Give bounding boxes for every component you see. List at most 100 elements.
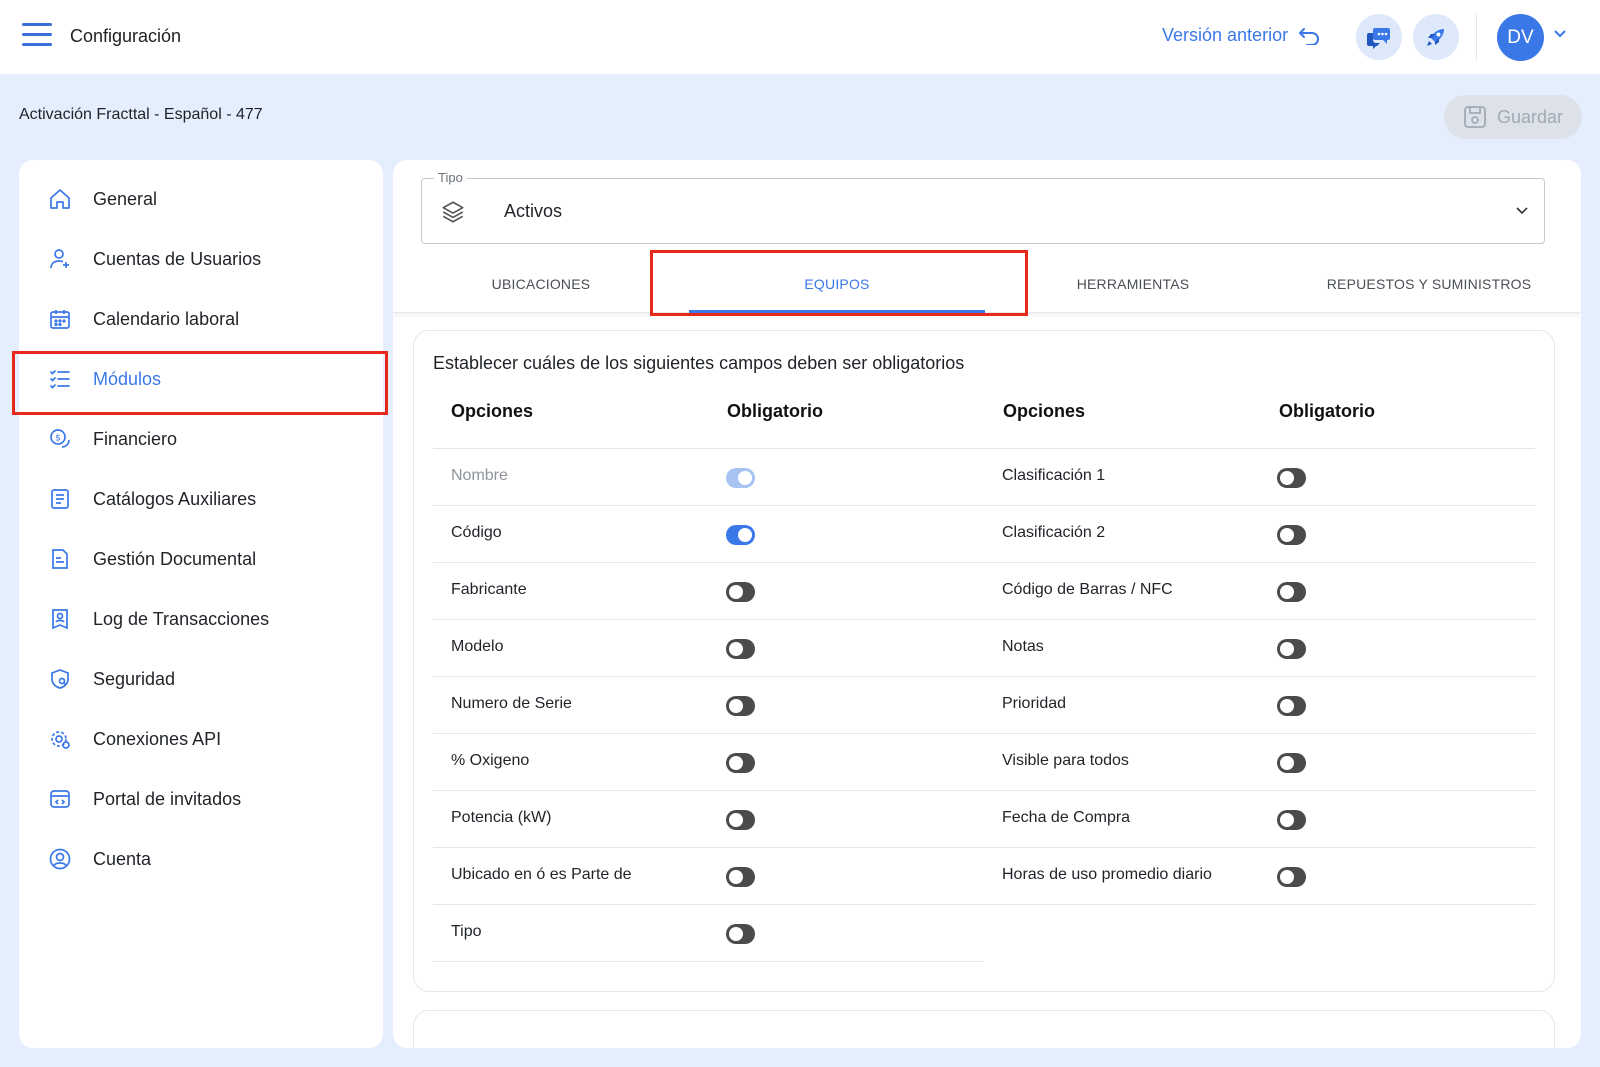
- field-label: Numero de Serie: [451, 695, 572, 712]
- field-label: Fecha de Compra: [1002, 809, 1131, 826]
- save-label: Guardar: [1496, 106, 1564, 127]
- sidebar-item-label: Cuenta: [93, 848, 152, 869]
- field-row: Notas: [984, 619, 1535, 676]
- required-toggle[interactable]: [1277, 468, 1306, 488]
- required-toggle[interactable]: [726, 924, 755, 944]
- layers-icon: [442, 201, 464, 223]
- tab-repuestos-suministros[interactable]: REPUESTOS Y SUMINISTROS: [1281, 255, 1577, 313]
- project-title: Activación Fracttal - Español - 477: [19, 106, 263, 123]
- main-panel: Tipo Activos UBICACIONES EQUIPOS HERRAMI…: [393, 160, 1581, 1048]
- required-toggle[interactable]: [726, 696, 755, 716]
- chat-bubbles-icon: [1367, 28, 1390, 49]
- field-row: Fecha de Compra: [984, 790, 1535, 847]
- tab-herramientas[interactable]: HERRAMIENTAS: [985, 255, 1281, 313]
- field-row: Numero de Serie: [433, 676, 984, 733]
- calendar-icon: [47, 306, 73, 332]
- tipo-select[interactable]: Tipo Activos: [421, 170, 1545, 244]
- home-icon: [47, 186, 73, 212]
- field-label: Tipo: [451, 923, 482, 940]
- sidebar-item-financial[interactable]: $ Financiero: [19, 412, 383, 466]
- tab-ubicaciones[interactable]: UBICACIONES: [393, 255, 689, 313]
- required-toggle: [726, 468, 755, 488]
- required-toggle[interactable]: [726, 810, 755, 830]
- chat-support-button[interactable]: [1356, 14, 1402, 60]
- field-label: Potencia (kW): [451, 809, 552, 826]
- sidebar-item-work-calendar[interactable]: Calendario laboral: [19, 292, 383, 346]
- sidebar-item-transaction-log[interactable]: Log de Transacciones: [19, 592, 383, 646]
- app-title: Configuración: [70, 26, 182, 46]
- sidebar-item-auxiliary-catalogs[interactable]: Catálogos Auxiliares: [19, 472, 383, 526]
- undo-arrow-icon: [1299, 27, 1320, 45]
- coin-icon: $: [47, 426, 73, 452]
- required-toggle[interactable]: [1277, 810, 1306, 830]
- field-row: Prioridad: [984, 676, 1535, 733]
- save-button[interactable]: Guardar: [1444, 95, 1582, 139]
- required-toggle[interactable]: [1277, 867, 1306, 887]
- svg-text:$: $: [55, 434, 61, 444]
- hamburger-menu-icon[interactable]: [22, 23, 52, 49]
- sidebar-item-user-accounts[interactable]: Cuentas de Usuarios: [19, 232, 383, 286]
- field-label: Código de Barras / NFC: [1002, 581, 1173, 598]
- field-row: Horas de uso promedio diario: [984, 847, 1535, 904]
- sidebar-item-modules[interactable]: Módulos: [19, 352, 383, 406]
- sidebar-item-general[interactable]: General: [19, 172, 383, 226]
- column-header-required: Obligatorio: [1279, 401, 1375, 421]
- field-label: Código: [451, 524, 502, 541]
- field-row: Modelo: [433, 619, 984, 676]
- sidebar-item-account[interactable]: Cuenta: [19, 832, 383, 886]
- api-gear-icon: [47, 726, 73, 752]
- sidebar-item-document-management[interactable]: Gestión Documental: [19, 532, 383, 586]
- sidebar-item-label: Módulos: [93, 368, 162, 389]
- field-row: Clasificación 2: [984, 505, 1535, 562]
- field-label: Clasificación 2: [1002, 524, 1106, 541]
- required-toggle[interactable]: [1277, 696, 1306, 716]
- account-icon: [47, 846, 73, 872]
- user-avatar[interactable]: DV: [1497, 14, 1544, 61]
- floppy-disk-icon: [1464, 106, 1486, 128]
- required-toggle[interactable]: [726, 582, 755, 602]
- sidebar-item-label: Seguridad: [93, 668, 176, 689]
- required-toggle[interactable]: [726, 753, 755, 773]
- column-header-options: Opciones: [1003, 401, 1086, 421]
- required-toggle[interactable]: [726, 867, 755, 887]
- previous-version-label: Versión anterior: [1162, 25, 1289, 45]
- field-label: Fabricante: [451, 581, 527, 598]
- chevron-down-icon[interactable]: [1553, 29, 1567, 39]
- sidebar-item-label: Financiero: [93, 428, 178, 449]
- field-row: Código de Barras / NFC: [984, 562, 1535, 619]
- required-toggle[interactable]: [1277, 639, 1306, 659]
- field-row: Clasificación 1: [984, 448, 1535, 505]
- document-icon: [47, 546, 73, 572]
- rocket-icon: [1427, 29, 1444, 46]
- portal-icon: [47, 786, 73, 812]
- sidebar-item-label: Gestión Documental: [93, 548, 257, 569]
- settings-sidebar: General Cuentas de Usuarios Calendario l…: [19, 160, 383, 1048]
- field-label: Clasificación 1: [1002, 467, 1106, 484]
- required-toggle[interactable]: [1277, 753, 1306, 773]
- required-fields-card: Establecer cuáles de los siguientes camp…: [413, 330, 1555, 992]
- field-row: Ubicado en ó es Parte de: [433, 847, 984, 904]
- field-label: Nombre: [451, 467, 508, 484]
- required-toggle[interactable]: [1277, 525, 1306, 545]
- field-row: % Oxigeno: [433, 733, 984, 790]
- sidebar-item-security[interactable]: Seguridad: [19, 652, 383, 706]
- field-row: Código: [433, 505, 984, 562]
- field-label: Modelo: [451, 638, 504, 655]
- sidebar-item-guest-portal[interactable]: Portal de invitados: [19, 772, 383, 826]
- tipo-value: Activos: [504, 201, 563, 221]
- top-bar: Configuración Versión anterior DV: [0, 0, 1600, 74]
- field-label: Visible para todos: [1002, 752, 1129, 769]
- required-toggle[interactable]: [726, 639, 755, 659]
- field-label: Ubicado en ó es Parte de: [451, 866, 632, 883]
- required-toggle[interactable]: [1277, 582, 1306, 602]
- secondary-card: [413, 1010, 1555, 1048]
- rocket-button[interactable]: [1413, 14, 1459, 60]
- sidebar-item-label: Log de Transacciones: [93, 608, 270, 629]
- required-toggle[interactable]: [726, 525, 755, 545]
- field-label: Prioridad: [1002, 695, 1067, 712]
- tab-equipos[interactable]: EQUIPOS: [689, 255, 985, 313]
- sidebar-item-api-connections[interactable]: Conexiones API: [19, 712, 383, 766]
- shield-icon: [47, 666, 73, 692]
- previous-version-link[interactable]: Versión anterior: [1162, 25, 1320, 46]
- field-row: Fabricante: [433, 562, 984, 619]
